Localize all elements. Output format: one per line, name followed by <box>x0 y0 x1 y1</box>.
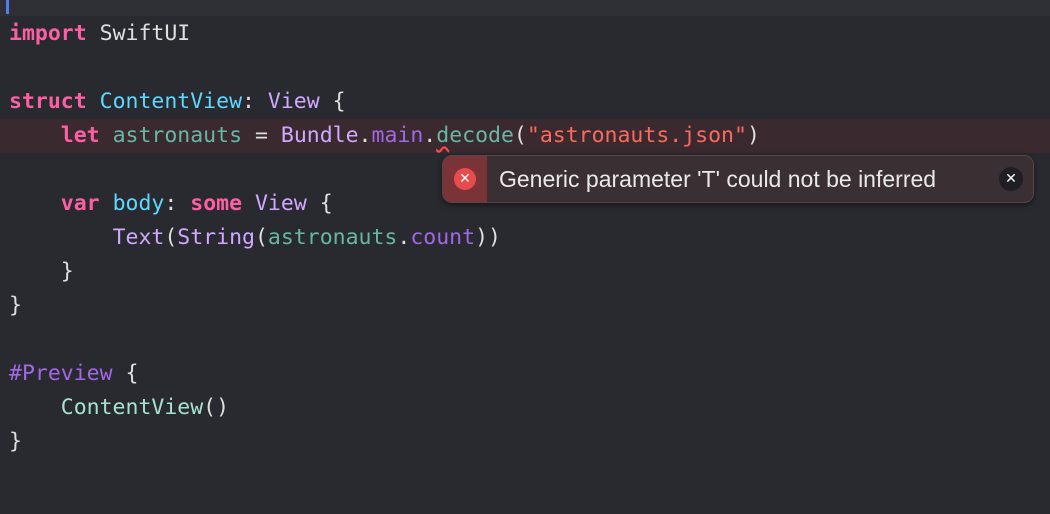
keyword-var: var <box>60 191 100 216</box>
code-line-11[interactable]: #Preview { <box>0 357 1050 391</box>
keyword-some: some <box>190 191 243 216</box>
code-line-3[interactable]: struct ContentView: View { <box>0 85 1050 119</box>
error-x-circle-icon: ✕ <box>454 168 476 190</box>
code-editor[interactable]: import SwiftUI struct ContentView: View … <box>0 17 1050 459</box>
dot: . <box>423 123 437 148</box>
keyword-import: import <box>9 21 87 46</box>
close-icon[interactable]: ✕ <box>999 167 1023 191</box>
text-cursor <box>6 0 9 14</box>
open-brace: { <box>112 361 139 386</box>
open-paren: ( <box>513 123 527 148</box>
contentview-call: ContentView <box>60 395 204 420</box>
code-line-9[interactable]: } <box>0 289 1050 323</box>
colon: : <box>242 89 255 114</box>
code-line-8[interactable]: } <box>0 255 1050 289</box>
count-member: count <box>410 225 476 250</box>
view-type: View <box>254 191 307 216</box>
code-line-13[interactable]: } <box>0 425 1050 459</box>
open-brace: { <box>306 191 333 216</box>
error-message: Generic parameter 'T' could not be infer… <box>499 165 937 192</box>
decode-method: ecode <box>449 123 514 148</box>
colon: : <box>164 191 191 216</box>
protocol-name: View <box>267 89 320 114</box>
code-line-7[interactable]: Text(String(astronauts.count)) <box>0 221 1050 255</box>
struct-name: ContentView <box>99 89 243 114</box>
close-parens: )) <box>475 225 501 250</box>
dot: . <box>358 123 372 148</box>
close-paren: ) <box>746 123 760 148</box>
open-brace: { <box>332 89 346 114</box>
body-property: body <box>112 191 165 216</box>
call-parens: () <box>203 395 230 420</box>
open-paren: ( <box>254 225 268 250</box>
bundle-type: Bundle <box>280 123 359 148</box>
keyword-struct: struct <box>9 89 87 114</box>
module-name: SwiftUI <box>99 21 191 46</box>
string-literal: "astronauts.json" <box>526 123 747 148</box>
open-paren: ( <box>164 225 178 250</box>
preview-macro: #Preview <box>9 361 113 386</box>
main-member: main <box>371 123 424 148</box>
assign-op: = <box>242 123 281 148</box>
keyword-let: let <box>60 123 100 148</box>
astronauts-ref: astronauts <box>267 225 398 250</box>
code-line-2[interactable] <box>0 51 1050 85</box>
code-line-10[interactable] <box>0 323 1050 357</box>
code-line-1[interactable]: import SwiftUI <box>0 17 1050 51</box>
editor-top-strip <box>0 0 1050 16</box>
code-line-12[interactable]: ContentView() <box>0 391 1050 425</box>
code-line-4-error[interactable]: let astronauts = Bundle.main.decode("ast… <box>0 119 1050 153</box>
text-type: Text <box>112 225 165 250</box>
issue-icon-area: ✕ <box>443 156 487 202</box>
string-type: String <box>177 225 255 250</box>
error-issue-popup[interactable]: ✕ Generic parameter 'T' could not be inf… <box>442 155 1034 203</box>
dot: . <box>397 225 411 250</box>
decode-error-marker: d <box>436 123 450 148</box>
property-name: astronauts <box>112 123 243 148</box>
